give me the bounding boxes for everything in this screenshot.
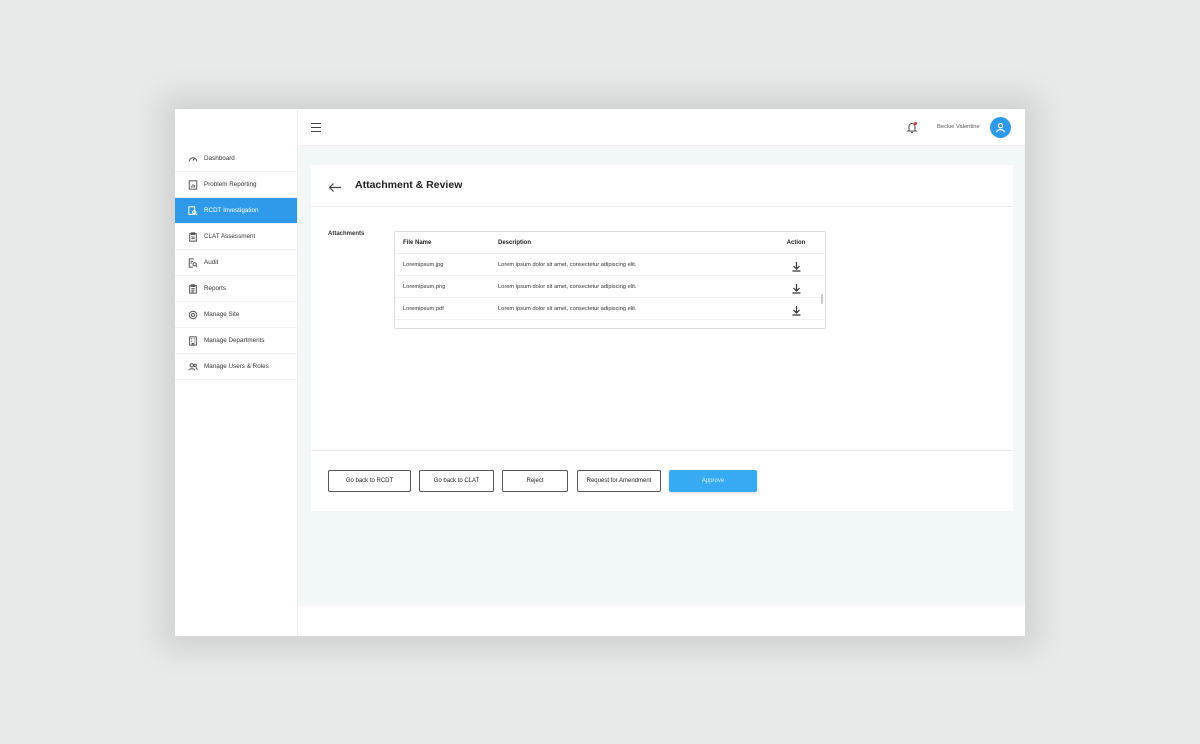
description-cell: Lorem ipsum dolor sit amet, consectetur … [498,261,637,268]
download-icon[interactable] [791,259,802,272]
user-name[interactable]: Beckie Valentine [937,124,980,130]
sidebar-item-label: Manage Site [204,311,240,318]
sidebar-item-rcdt-investigation[interactable]: RCDT Investigation [175,198,297,224]
reject-button[interactable]: Reject [502,470,568,492]
table-row: Loremipsum.pdf Lorem ipsum dolor sit ame… [395,298,825,320]
file-name-cell: Loremipsum.png [403,283,446,290]
action-cell [768,281,824,294]
sidebar: Dashboard Problem Reporting RCDT Investi… [175,109,298,636]
column-header-description: Description [498,239,532,246]
approve-button[interactable]: Approve [669,470,757,492]
card-header: Attachment & Review [311,165,1013,207]
description-cell: Lorem ipsum dolor sit amet, consectetur … [498,283,637,290]
audit-search-icon [187,257,199,269]
table-scrollbar[interactable] [821,294,823,304]
attachments-table: File Name Description Action Loremipsum.… [394,231,826,329]
back-arrow-icon[interactable] [328,180,342,192]
notification-dot [914,122,917,125]
description-cell: Lorem ipsum dolor sit amet, consectetur … [498,305,637,312]
action-cell [768,303,824,316]
clipboard-icon [187,231,199,243]
download-icon[interactable] [791,281,802,294]
sidebar-item-label: Reports [204,285,227,292]
gauge-icon [187,153,199,165]
request-amendment-button[interactable]: Request for Amendment [577,470,661,492]
top-bar: Beckie Valentine [298,109,1025,146]
sidebar-item-dashboard[interactable]: Dashboard [175,146,297,172]
sidebar-item-label: Audit [204,259,219,266]
go-back-to-clat-button[interactable]: Go back to CLAT [419,470,494,492]
sidebar-item-label: Manage Departments [204,337,265,344]
sidebar-item-label: CLAT Assessment [204,233,256,240]
users-icon [187,361,199,373]
bell-icon[interactable] [906,121,918,134]
attachments-label: Attachments [328,231,365,237]
report-chart-icon [187,179,199,191]
site-gear-icon [187,309,199,321]
reports-clipboard-icon [187,283,199,295]
sidebar-item-label: Problem Reporting [204,181,257,188]
table-header-row: File Name Description Action [395,232,825,254]
sidebar-item-reports[interactable]: Reports [175,276,297,302]
column-header-file-name: File Name [403,239,432,246]
sidebar-item-audit[interactable]: Audit [175,250,297,276]
main-content: Attachment & Review Attachments File Nam… [298,146,1025,606]
sidebar-item-problem-reporting[interactable]: Problem Reporting [175,172,297,198]
sidebar-nav: Dashboard Problem Reporting RCDT Investi… [175,146,297,380]
investigation-icon [187,205,199,217]
file-name-cell: Loremipsum.pdf [403,305,444,312]
sidebar-item-label: Dashboard [204,155,235,162]
user-avatar-icon[interactable] [990,117,1011,138]
column-header-action: Action [786,239,806,246]
sidebar-item-label: RCDT Investigation [204,207,259,214]
hamburger-menu-icon[interactable] [311,123,321,132]
sidebar-item-label: Manage Users & Roles [204,363,269,370]
file-name-cell: Loremipsum.jpg [403,261,444,268]
go-back-to-rcdt-button[interactable]: Go back to RCDT [328,470,411,492]
action-cell [768,259,824,272]
table-row: Loremipsum.jpg Lorem ipsum dolor sit ame… [395,254,825,276]
building-icon [187,335,199,347]
sidebar-item-manage-users-roles[interactable]: Manage Users & Roles [175,354,297,380]
table-row: Loremipsum.png Lorem ipsum dolor sit ame… [395,276,825,298]
app-window: Dashboard Problem Reporting RCDT Investi… [175,109,1025,636]
sidebar-item-manage-departments[interactable]: Manage Departments [175,328,297,354]
download-icon[interactable] [791,303,802,316]
review-card: Attachment & Review Attachments File Nam… [311,165,1013,511]
sidebar-item-clat-assessment[interactable]: CLAT Assessment [175,224,297,250]
page-title: Attachment & Review [355,179,463,191]
action-bar: Go back to RCDT Go back to CLAT Reject R… [311,450,1013,511]
sidebar-item-manage-site[interactable]: Manage Site [175,302,297,328]
